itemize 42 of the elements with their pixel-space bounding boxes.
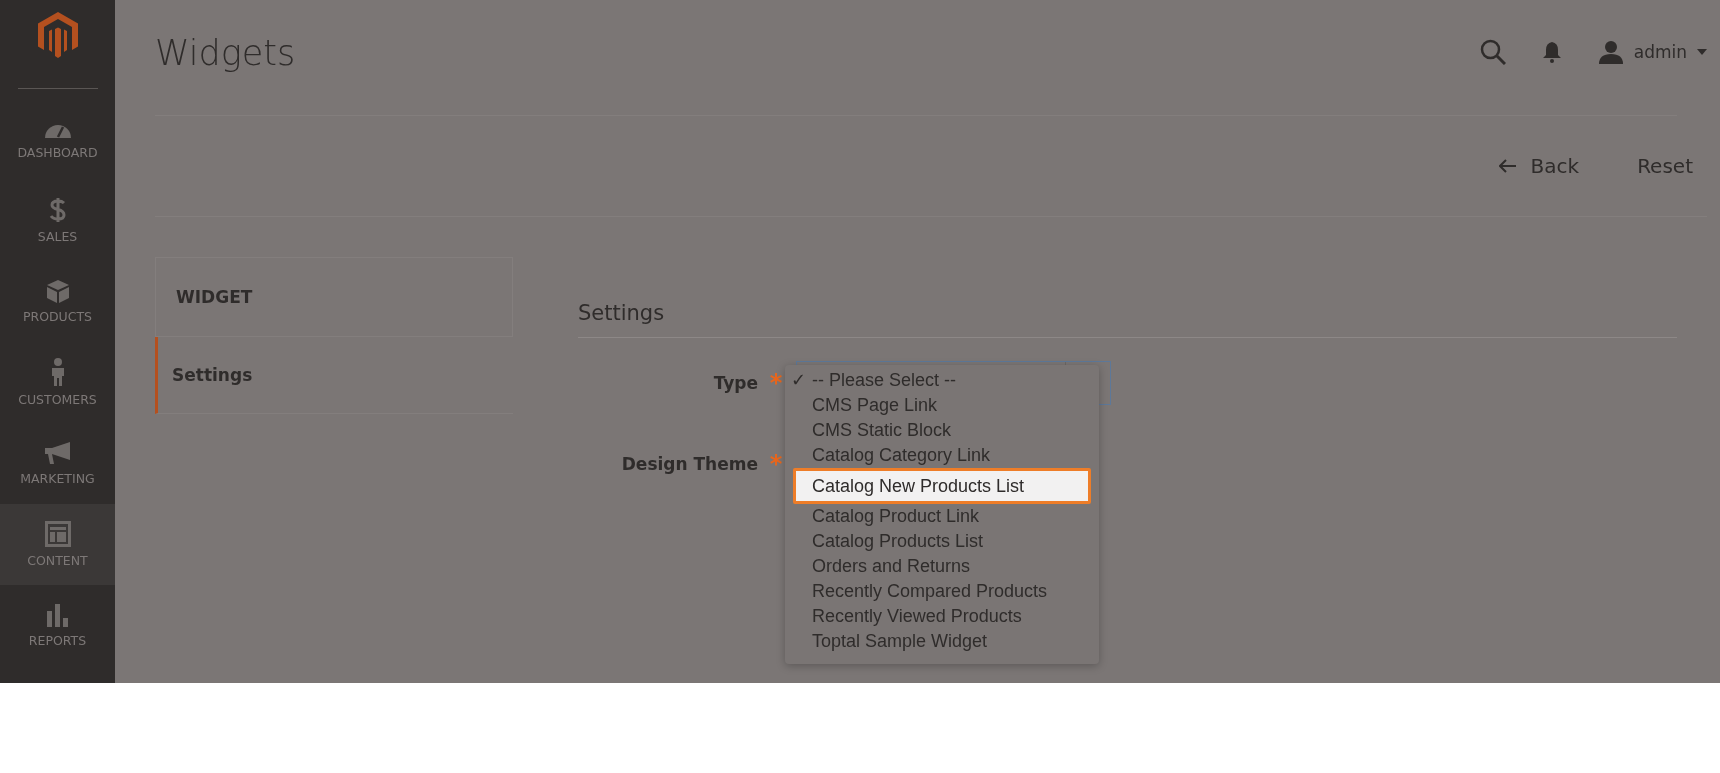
dropdown-option[interactable]: ✓ -- Please Select -- — [785, 368, 1099, 393]
nav-item[interactable]: REPORTS — [0, 585, 115, 666]
megaphone-icon — [43, 441, 72, 465]
dollar-icon — [48, 197, 67, 223]
search-icon[interactable] — [1479, 38, 1506, 65]
required-mark: * — [768, 369, 784, 397]
caret-icon — [1697, 48, 1707, 55]
reset-button[interactable]: Reset — [1623, 146, 1707, 186]
user-menu[interactable]: admin — [1597, 39, 1707, 64]
layout-icon — [44, 521, 71, 547]
panel-title: WIDGET — [155, 257, 513, 337]
dropdown-option[interactable]: Catalog Product Link — [785, 504, 1099, 529]
nav-item[interactable]: MARKETING — [0, 423, 115, 504]
dropdown-option[interactable]: Catalog Category Link — [785, 443, 1099, 468]
person-icon — [49, 358, 66, 386]
arrow-left-icon — [1498, 159, 1517, 173]
required-mark: * — [768, 450, 784, 478]
nav-item[interactable]: SALES — [0, 180, 115, 261]
box-icon — [45, 279, 70, 303]
user-icon — [1597, 39, 1624, 64]
section-title: Settings — [578, 257, 1677, 338]
nav-item[interactable]: DASHBOARD — [0, 99, 115, 180]
nav-item[interactable]: CUSTOMERS — [0, 342, 115, 423]
field-label: Design Theme — [620, 454, 758, 474]
nav-item[interactable]: PRODUCTS — [0, 261, 115, 342]
dropdown-option[interactable]: Catalog New Products List — [793, 468, 1091, 504]
check-mark: ✓ — [791, 369, 806, 392]
dropdown-option[interactable]: CMS Static Block — [785, 418, 1099, 443]
dropdown-option[interactable]: CMS Page Link — [785, 393, 1099, 418]
dropdown-option[interactable]: Orders and Returns — [785, 554, 1099, 579]
dropdown-option[interactable]: Toptal Sample Widget — [785, 629, 1099, 654]
logo-icon — [37, 12, 78, 58]
bell-icon[interactable] — [1541, 40, 1562, 63]
settings-tab[interactable]: Settings — [155, 337, 513, 414]
dropdown-option[interactable]: Recently Viewed Products — [785, 604, 1099, 629]
nav-item[interactable]: CONTENT — [0, 504, 115, 585]
page-title: Widgets — [155, 32, 296, 73]
dropdown-option[interactable]: Catalog Products List — [785, 529, 1099, 554]
dropdown-option[interactable]: Recently Compared Products — [785, 579, 1099, 604]
field-label: Type — [712, 373, 758, 393]
back-button[interactable]: Back — [1484, 146, 1594, 186]
bar-chart-icon — [45, 603, 70, 627]
